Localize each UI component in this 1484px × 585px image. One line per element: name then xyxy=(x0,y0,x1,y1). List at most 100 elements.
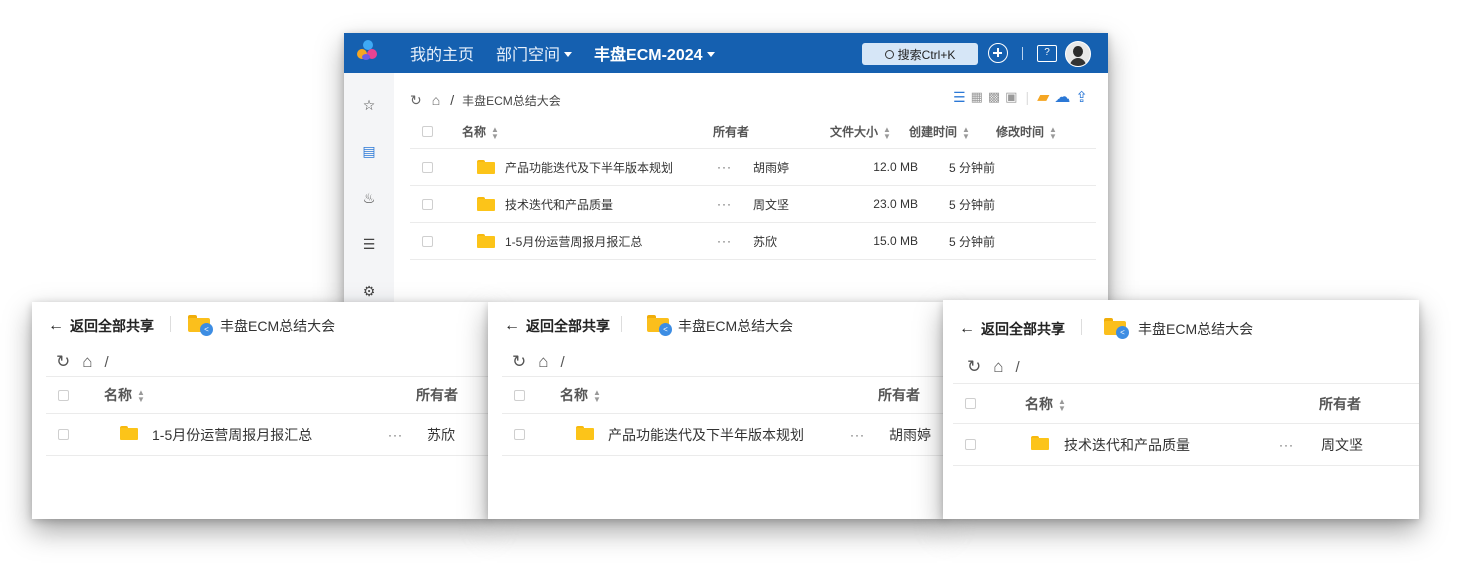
list-icon[interactable]: ☰ xyxy=(361,236,377,252)
row-checkbox[interactable] xyxy=(422,235,433,247)
file-name[interactable]: 1-5月份运营周报月报汇总 xyxy=(152,425,388,445)
back-to-all-shares-button[interactable]: ← 返回全部共享 xyxy=(959,319,1065,339)
home-icon[interactable]: ⌂ xyxy=(432,92,440,108)
back-to-all-shares-button[interactable]: ← 返回全部共享 xyxy=(504,316,610,336)
top-navbar: 我的主页 部门空间 丰盘ECM-2024 搜索Ctrl+K ? xyxy=(344,33,1108,73)
arrow-left-icon: ← xyxy=(504,317,520,334)
folder-icon xyxy=(477,234,495,248)
divider xyxy=(170,316,171,332)
column-owner: 所有者 xyxy=(713,125,750,139)
tile-view-icon[interactable]: ▩ xyxy=(988,89,1000,105)
row-checkbox[interactable] xyxy=(514,429,525,440)
row-checkbox[interactable] xyxy=(422,161,433,173)
breadcrumb-current[interactable]: 丰盘ECM总结大会 xyxy=(462,92,561,109)
share-title: 丰盘ECM总结大会 xyxy=(220,318,336,334)
arrow-left-icon: ← xyxy=(959,320,975,337)
refresh-icon[interactable]: ↻ xyxy=(56,352,70,372)
sort-icon: ▲ ▼ xyxy=(1058,396,1066,413)
row-checkbox[interactable] xyxy=(58,429,69,440)
breadcrumb: ↻ ⌂ / xyxy=(967,357,1020,377)
star-icon[interactable]: ☆ xyxy=(361,97,377,113)
row-checkbox[interactable] xyxy=(965,439,976,450)
fire-icon[interactable]: ♨ xyxy=(361,190,377,206)
back-to-all-shares-button[interactable]: ← 返回全部共享 xyxy=(48,316,154,336)
arrow-left-icon: ← xyxy=(48,317,64,334)
file-name[interactable]: 1-5月份运营周报月报汇总 xyxy=(505,233,717,250)
share-table: 名称 ▲ ▼ 所有者 产品功能迭代及下半年版本规划 ··· 胡雨婷 xyxy=(502,376,946,456)
table-row[interactable]: 产品功能迭代及下半年版本规划 ··· 胡雨婷 12.0 MB 5 分钟前 xyxy=(410,149,1096,186)
file-name[interactable]: 产品功能迭代及下半年版本规划 xyxy=(505,159,717,176)
refresh-icon[interactable]: ↻ xyxy=(512,352,526,372)
table-row[interactable]: 技术迭代和产品质量 ··· 周文坚 23.0 MB 5 分钟前 xyxy=(410,186,1096,223)
image-view-icon[interactable]: ▣ xyxy=(1005,89,1017,105)
table-row[interactable]: 技术迭代和产品质量 ··· 周文坚 xyxy=(953,424,1419,466)
column-created[interactable]: 创建时间 ▲ ▼ xyxy=(909,123,996,140)
home-icon[interactable]: ⌂ xyxy=(993,357,1003,377)
nav-space-label: 丰盘ECM-2024 xyxy=(594,47,703,64)
more-icon[interactable]: ··· xyxy=(1279,438,1321,452)
select-all-checkbox[interactable] xyxy=(965,398,976,409)
upload-icon[interactable]: ☁ xyxy=(1054,87,1070,107)
table-row[interactable]: 产品功能迭代及下半年版本规划 ··· 胡雨婷 xyxy=(502,414,946,456)
share-window-3: ← 返回全部共享 < 丰盘ECM总结大会 ↻ ⌂ / 名称 ▲ ▼ 所有者 技术迭代和… xyxy=(943,300,1419,519)
list-view-icon[interactable]: ☰ xyxy=(953,89,966,106)
column-name[interactable]: 名称 ▲ ▼ xyxy=(104,385,416,405)
row-checkbox[interactable] xyxy=(422,198,433,210)
file-created: 5 分钟前 xyxy=(949,197,996,212)
divider: | xyxy=(1025,89,1030,105)
search-button[interactable]: 搜索Ctrl+K xyxy=(862,43,978,65)
nav-home[interactable]: 我的主页 xyxy=(410,41,474,65)
chevron-down-icon xyxy=(706,51,715,57)
more-icon[interactable]: ··· xyxy=(717,197,753,211)
more-icon[interactable]: ··· xyxy=(717,234,753,248)
folder-icon xyxy=(477,160,495,174)
more-icon[interactable]: ··· xyxy=(850,428,889,442)
file-name[interactable]: 产品功能迭代及下半年版本规划 xyxy=(608,425,850,445)
file-name[interactable]: 技术迭代和产品质量 xyxy=(1064,435,1279,455)
gear-icon[interactable]: ⚙ xyxy=(361,283,377,299)
column-owner: 所有者 xyxy=(416,387,458,403)
file-size: 12.0 MB xyxy=(873,160,918,174)
home-icon[interactable]: ⌂ xyxy=(82,352,92,372)
file-owner: 胡雨婷 xyxy=(889,426,931,443)
add-icon[interactable] xyxy=(988,43,1008,63)
file-name[interactable]: 技术迭代和产品质量 xyxy=(505,196,717,213)
new-folder-icon[interactable]: ▰ xyxy=(1037,87,1049,107)
share-table: 名称 ▲ ▼ 所有者 技术迭代和产品质量 ··· 周文坚 xyxy=(953,383,1419,466)
column-name[interactable]: 名称 ▲ ▼ xyxy=(1025,394,1319,414)
column-name[interactable]: 名称 ▲ ▼ xyxy=(462,123,713,140)
nav-space-selector[interactable]: 丰盘ECM-2024 xyxy=(594,41,715,65)
refresh-icon[interactable]: ↻ xyxy=(967,357,981,377)
column-modified[interactable]: 修改时间 ▲ ▼ xyxy=(996,123,1057,140)
file-owner: 苏欣 xyxy=(753,234,778,249)
column-name-label: 名称 xyxy=(1025,395,1053,412)
file-created: 5 分钟前 xyxy=(949,234,996,249)
table-header: 名称 ▲ ▼ 所有者 xyxy=(953,383,1419,424)
select-all-checkbox[interactable] xyxy=(422,126,433,137)
nav-department-space[interactable]: 部门空间 xyxy=(496,41,573,65)
column-size[interactable]: 文件大小 ▲ ▼ xyxy=(830,123,909,140)
table-row[interactable]: 1-5月份运营周报月报汇总 ··· 苏欣 xyxy=(46,414,490,456)
chevron-down-icon xyxy=(564,51,573,57)
grid-view-icon[interactable]: ▦ xyxy=(971,89,983,105)
document-icon[interactable]: ▤ xyxy=(361,143,377,159)
table-header: 名称 ▲ ▼ 所有者 xyxy=(502,376,946,414)
more-icon[interactable]: ··· xyxy=(717,160,753,174)
share-window-1: ← 返回全部共享 < 丰盘ECM总结大会 ↻ ⌂ / 名称 ▲ ▼ 所有者 1-5月份… xyxy=(32,302,490,519)
select-all-checkbox[interactable] xyxy=(58,389,69,401)
shared-folder-icon: < xyxy=(647,315,672,336)
avatar[interactable] xyxy=(1065,41,1091,67)
more-icon[interactable]: ··· xyxy=(388,428,427,442)
table-row[interactable]: 1-5月份运营周报月报汇总 ··· 苏欣 15.0 MB 5 分钟前 xyxy=(410,223,1096,260)
column-name-label: 名称 xyxy=(462,125,487,139)
column-name[interactable]: 名称 ▲ ▼ xyxy=(560,385,878,405)
refresh-icon[interactable]: ↻ xyxy=(410,92,422,109)
select-all-checkbox[interactable] xyxy=(514,389,525,401)
divider xyxy=(1022,47,1023,60)
folder-icon xyxy=(120,426,142,443)
app-logo[interactable] xyxy=(344,33,390,73)
help-icon[interactable]: ? xyxy=(1037,45,1057,62)
table-header: 名称 ▲ ▼ 所有者 文件大小 ▲ ▼ 创建时间 ▲ ▼ 修改时间 ▲ ▼ xyxy=(410,115,1096,149)
home-icon[interactable]: ⌂ xyxy=(538,352,548,372)
export-icon[interactable]: ⇪ xyxy=(1075,88,1088,106)
